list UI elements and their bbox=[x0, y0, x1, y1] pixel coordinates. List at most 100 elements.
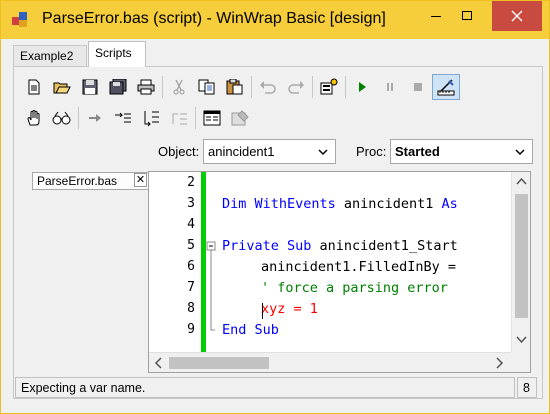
cut-icon bbox=[173, 79, 185, 94]
code-line-9: End Sub bbox=[222, 322, 279, 338]
toolbar-separator bbox=[345, 75, 346, 98]
scroll-left-icon bbox=[154, 357, 162, 369]
design-mode-button[interactable] bbox=[432, 73, 460, 100]
window-title: ParseError.bas (script) - WinWrap Basic … bbox=[42, 10, 386, 27]
fold-margin[interactable] bbox=[206, 172, 216, 352]
code-line-6: anincident1.FilledInBy = bbox=[261, 259, 457, 275]
object-select[interactable]: anincident1 bbox=[203, 139, 336, 164]
cut-button[interactable] bbox=[165, 74, 193, 100]
scroll-right-icon bbox=[496, 357, 504, 369]
chevron-down-icon bbox=[318, 149, 328, 156]
status-bar: Expecting a var name. 8 bbox=[15, 377, 537, 399]
copy-button[interactable] bbox=[193, 74, 221, 100]
stop-button[interactable] bbox=[404, 74, 432, 100]
toolbar-separator bbox=[195, 106, 196, 129]
watch-icon bbox=[52, 111, 71, 124]
code-line-3: Dim WithEvents anincident1 As bbox=[222, 196, 458, 212]
toolbar-separator bbox=[251, 75, 252, 98]
maximize-button[interactable] bbox=[444, 1, 490, 31]
copy-icon bbox=[198, 79, 215, 94]
toolbar-debug bbox=[20, 103, 254, 132]
text-caret bbox=[262, 303, 263, 319]
open-button[interactable] bbox=[48, 74, 76, 100]
print-icon bbox=[137, 79, 155, 94]
pause-button[interactable] bbox=[376, 74, 404, 100]
line-number: 4 bbox=[187, 217, 195, 232]
dialog-editor-button[interactable] bbox=[315, 74, 343, 100]
dialog-editor-icon bbox=[320, 78, 338, 94]
open-icon bbox=[53, 82, 71, 93]
save-all-button[interactable] bbox=[104, 74, 132, 100]
properties-icon bbox=[231, 109, 249, 125]
vertical-scroll-thumb[interactable] bbox=[515, 194, 528, 318]
redo-button[interactable] bbox=[282, 74, 310, 100]
run-icon bbox=[359, 81, 366, 92]
close-tab-icon[interactable]: ✕ bbox=[134, 173, 147, 187]
horizontal-scroll-thumb[interactable] bbox=[169, 357, 269, 369]
app-icon[interactable] bbox=[12, 12, 30, 28]
tab-strip: Example2 Scripts bbox=[9, 39, 541, 67]
close-button[interactable] bbox=[492, 1, 542, 31]
save-button[interactable] bbox=[76, 74, 104, 100]
line-number: 2 bbox=[187, 175, 195, 190]
line-number: 9 bbox=[187, 322, 195, 337]
step-out-button[interactable] bbox=[165, 105, 193, 131]
step-into-button[interactable] bbox=[109, 105, 137, 131]
scroll-down-icon bbox=[516, 336, 527, 344]
line-number: 8 bbox=[187, 301, 195, 316]
proc-label: Proc: bbox=[356, 144, 387, 159]
title-bar[interactable]: ParseError.bas (script) - WinWrap Basic … bbox=[1, 1, 549, 39]
line-number: 7 bbox=[187, 280, 195, 295]
module-button[interactable] bbox=[198, 105, 226, 131]
step-into-icon bbox=[115, 112, 131, 122]
line-number: 6 bbox=[187, 259, 195, 274]
toolbar-separator bbox=[78, 106, 79, 129]
code-editor[interactable]: 2 3 4 5 6 7 8 9 Dim WithEvents aninciden… bbox=[148, 171, 531, 373]
status-line-number: 8 bbox=[517, 377, 537, 398]
watch-button[interactable] bbox=[48, 105, 76, 131]
new-button[interactable] bbox=[20, 74, 48, 100]
proc-select[interactable]: Started bbox=[390, 139, 533, 164]
scroll-up-icon bbox=[516, 177, 527, 185]
print-button[interactable] bbox=[132, 74, 160, 100]
properties-button[interactable] bbox=[226, 105, 254, 131]
stop-icon bbox=[414, 82, 422, 91]
code-line-7-comment: ' force a parsing error bbox=[261, 280, 448, 296]
paste-button[interactable] bbox=[221, 74, 249, 100]
proc-select-value: Started bbox=[395, 144, 440, 159]
app-window: ParseError.bas (script) - WinWrap Basic … bbox=[0, 0, 550, 414]
toolbar-main bbox=[20, 72, 460, 101]
design-mode-icon bbox=[437, 78, 455, 95]
horizontal-scrollbar[interactable] bbox=[149, 352, 511, 372]
undo-icon bbox=[260, 80, 276, 94]
minimize-icon bbox=[431, 16, 441, 17]
tab-example2[interactable]: Example2 bbox=[13, 45, 87, 67]
run-button[interactable] bbox=[348, 74, 376, 100]
object-label: Object: bbox=[158, 144, 200, 159]
step-icon bbox=[89, 113, 101, 122]
hand-icon bbox=[27, 109, 40, 125]
step-over-button[interactable] bbox=[137, 105, 165, 131]
sheet-tab-label: ParseError.bas bbox=[37, 174, 118, 188]
step-over-icon bbox=[144, 110, 159, 126]
code-line-5: Private Sub anincident1_Start bbox=[222, 238, 458, 254]
step-button[interactable] bbox=[81, 105, 109, 131]
save-all-icon bbox=[109, 78, 127, 94]
hand-button[interactable] bbox=[20, 105, 48, 131]
module-icon bbox=[203, 110, 221, 125]
vertical-scrollbar[interactable] bbox=[511, 172, 530, 352]
undo-button[interactable] bbox=[254, 74, 282, 100]
toolbar-separator bbox=[162, 75, 163, 98]
step-out-icon bbox=[172, 113, 187, 124]
status-message: Expecting a var name. bbox=[15, 377, 515, 398]
paste-icon bbox=[226, 78, 243, 94]
pause-icon bbox=[387, 82, 393, 91]
save-icon bbox=[82, 79, 98, 94]
redo-icon bbox=[288, 80, 304, 94]
chevron-down-icon bbox=[515, 149, 525, 156]
scroll-corner bbox=[511, 352, 530, 372]
new-icon bbox=[28, 79, 40, 94]
line-number: 5 bbox=[187, 238, 195, 253]
sheet-tab-parseerror[interactable]: ParseError.bas ✕ bbox=[32, 172, 150, 190]
tab-scripts[interactable]: Scripts bbox=[88, 41, 146, 67]
